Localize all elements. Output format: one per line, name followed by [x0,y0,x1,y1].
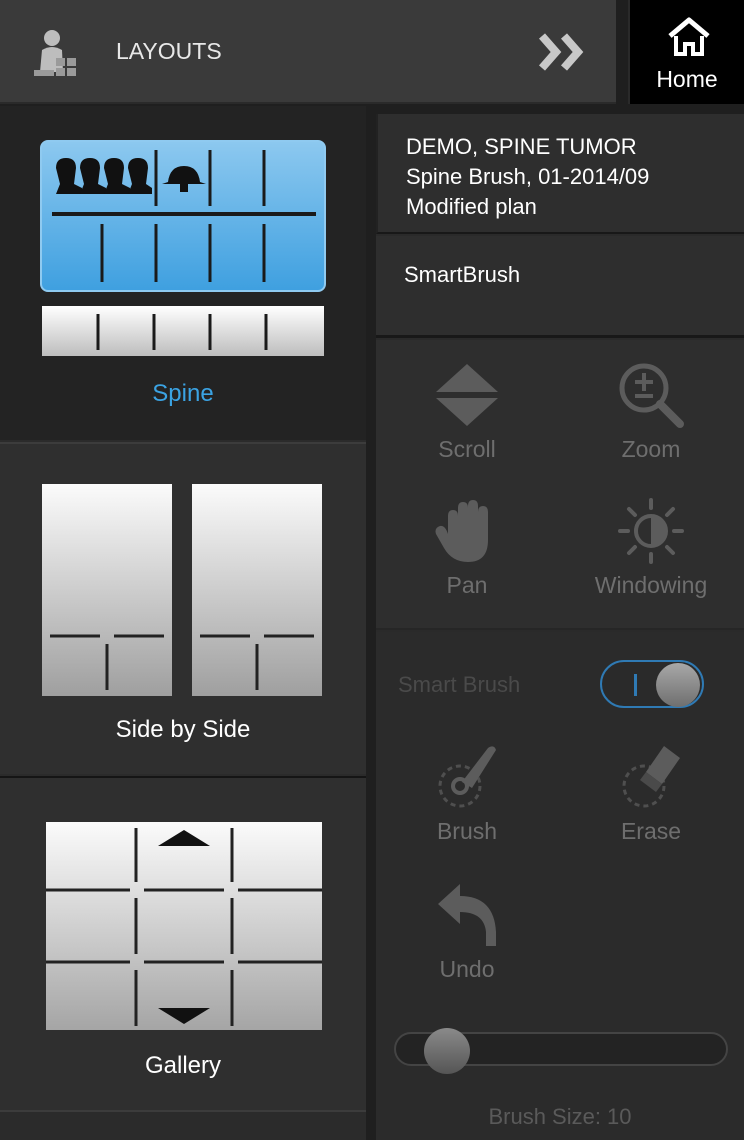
brush-size-readout: Brush Size: 10 [488,1104,632,1129]
layouts-list-end [0,1110,366,1140]
layouts-header: LAYOUTS [0,0,616,104]
layout-option-side-by-side[interactable]: Side by Side [0,442,366,774]
layout-option-gallery[interactable]: Gallery [0,776,366,1110]
patient-info: DEMO, SPINE TUMOR Spine Brush, 01-2014/0… [376,114,744,234]
windowing-label: Windowing [594,572,708,598]
brush-size-slider-thumb[interactable] [424,1028,470,1074]
tool-section-title: SmartBrush [404,262,521,287]
layout-label-side-by-side: Side by Side [115,716,251,743]
home-label: Home [656,66,718,92]
layout-label-spine: Spine [152,380,214,407]
pan-label: Pan [446,572,488,598]
smart-brush-toggle[interactable] [600,660,704,708]
undo-button[interactable]: Undo [392,880,542,983]
erase-label: Erase [620,818,682,844]
spine-layout-thumbnail [40,140,326,292]
side-by-side-right-thumbnail [192,484,322,696]
undo-label: Undo [439,956,495,982]
windowing-tool-button[interactable]: Windowing [576,496,726,599]
collapse-double-chevron-icon[interactable] [538,30,590,74]
scroll-tool-button[interactable]: Scroll [392,360,542,463]
erase-tool-button[interactable]: Erase [576,742,726,845]
hand-icon [435,500,488,562]
home-button[interactable]: Home [628,0,744,104]
zoom-icon [619,363,684,428]
spine-layout-strip [42,306,324,356]
side-by-side-left-thumbnail [42,484,172,696]
toggle-knob [656,663,700,707]
patient-name: DEMO, SPINE TUMOR [406,134,637,159]
layouts-title: LAYOUTS [116,38,222,64]
plan-status: Modified plan [406,194,537,219]
brush-label: Brush [436,818,498,844]
scroll-label: Scroll [438,436,496,462]
smart-brush-label: Smart Brush [398,672,521,697]
layouts-icon [34,30,76,76]
brightness-icon [618,498,684,564]
tool-section-header: SmartBrush [376,236,744,338]
pan-tool-button[interactable]: Pan [392,496,542,599]
smart-brush-tools: Smart Brush Brush Erase Undo Brush Size:… [376,632,744,1140]
layout-option-spine[interactable]: Spine [0,106,366,440]
tools-panel: DEMO, SPINE TUMOR Spine Brush, 01-2014/0… [376,114,744,1140]
scroll-icon [436,364,498,426]
zoom-tool-button[interactable]: Zoom [576,360,726,463]
toggle-on-indicator [634,674,637,696]
eraser-icon [622,746,680,808]
layouts-list: Spine Side by Side Gallery [0,106,366,1140]
gallery-layout-thumbnail [46,822,322,1030]
undo-icon [438,884,496,946]
brush-tool-button[interactable]: Brush [392,742,542,845]
home-icon [668,17,710,56]
layout-label-gallery: Gallery [144,1052,222,1079]
navigation-tools: Scroll Zoom Pan Windowing [376,340,744,630]
brush-size-slider[interactable] [394,1028,728,1074]
zoom-label: Zoom [621,436,681,462]
study-description: Spine Brush, 01-2014/09 [406,164,650,189]
brush-icon [438,746,496,808]
